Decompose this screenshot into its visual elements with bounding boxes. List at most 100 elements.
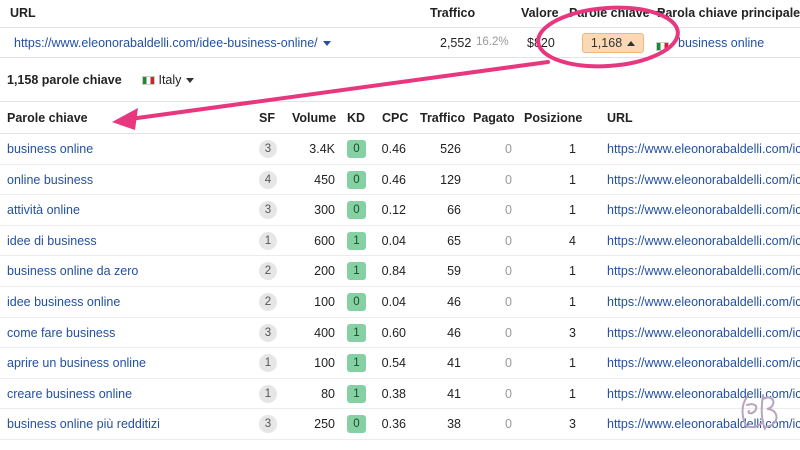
page-url-label: https://www.eleonorabaldelli.com/idee-bu…: [14, 36, 318, 50]
kd-badge: 0: [347, 293, 366, 311]
header-value[interactable]: Valore: [521, 6, 559, 20]
col-volume[interactable]: Volume: [292, 111, 336, 125]
position-value: 4: [569, 233, 576, 248]
caret-up-icon: [627, 41, 636, 47]
keywords-count: 1,158 parole chiave: [7, 73, 122, 87]
traffic-value: 66: [447, 203, 461, 218]
ranking-url-link[interactable]: https://www.eleonorabaldelli.com/ic: [607, 326, 800, 340]
cpc-value: 0.12: [381, 203, 406, 218]
paid-value: 0: [505, 264, 512, 279]
keyword-link[interactable]: idee business online: [7, 295, 120, 309]
ranking-url-link[interactable]: https://www.eleonorabaldelli.com/ic: [607, 356, 800, 370]
volume-value: 100: [314, 356, 335, 371]
traffic-value: 59: [447, 264, 461, 279]
volume-value: 600: [314, 233, 335, 248]
ranking-url-link[interactable]: https://www.eleonorabaldelli.com/ic: [607, 295, 800, 309]
ranking-url-link[interactable]: https://www.eleonorabaldelli.com/ic: [607, 173, 800, 187]
sf-badge[interactable]: 3: [259, 323, 277, 342]
volume-value: 100: [314, 295, 335, 309]
col-url[interactable]: URL: [607, 111, 633, 125]
header-traffic[interactable]: Traffico: [430, 6, 475, 20]
position-value: 1: [569, 264, 576, 279]
cpc-value: 0.04: [381, 295, 406, 309]
keyword-link[interactable]: online business: [7, 173, 93, 187]
position-value: 1: [569, 356, 576, 371]
ranking-url-link[interactable]: https://www.eleonorabaldelli.com/ic: [607, 203, 800, 217]
position-value: 1: [569, 386, 576, 401]
kd-badge: 0: [347, 140, 366, 158]
sf-badge[interactable]: 2: [259, 262, 277, 281]
keyword-link[interactable]: business online: [7, 142, 93, 156]
table-row: attività online 3 300 0 0.12 66 0 1 http…: [0, 195, 800, 226]
keyword-link[interactable]: aprire un business online: [7, 356, 146, 370]
col-cpc[interactable]: CPC: [382, 111, 408, 125]
volume-value: 200: [314, 264, 335, 279]
italy-flag-icon: [142, 76, 155, 86]
position-value: 1: [569, 142, 576, 156]
ranking-url-link[interactable]: https://www.eleonorabaldelli.com/ic: [607, 264, 800, 278]
summary-header: URL Traffico Valore Parole chiave Parola…: [0, 0, 800, 28]
col-kd[interactable]: KD: [347, 111, 365, 125]
italy-flag-icon: [656, 38, 669, 53]
paid-value: 0: [505, 417, 512, 432]
position-value: 3: [569, 417, 576, 432]
table-row: business online da zero 2 200 1 0.84 59 …: [0, 256, 800, 287]
sf-badge[interactable]: 3: [259, 140, 277, 158]
keyword-link[interactable]: business online più redditizi: [7, 417, 160, 431]
traffic-value: 46: [447, 325, 461, 340]
kd-badge: 1: [347, 262, 366, 281]
table-header: Parole chiave SF Volume KD CPC Traffico …: [0, 102, 800, 134]
position-value: 1: [569, 203, 576, 218]
keyword-link[interactable]: idee di business: [7, 234, 97, 248]
traffic-value: 65: [447, 233, 461, 248]
keyword-link[interactable]: creare business online: [7, 387, 132, 401]
sf-badge[interactable]: 3: [259, 415, 277, 434]
col-sf[interactable]: SF: [259, 111, 275, 125]
keyword-link[interactable]: attività online: [7, 203, 80, 217]
keywords-count-label: 1,168: [590, 36, 623, 50]
paid-value: 0: [505, 172, 512, 187]
sf-badge[interactable]: 1: [259, 384, 277, 403]
ranking-url-link[interactable]: https://www.eleonorabaldelli.com/ic: [607, 142, 800, 156]
table-row: come fare business 3 400 1 0.60 46 0 3 h…: [0, 318, 800, 349]
keyword-link[interactable]: come fare business: [7, 326, 115, 340]
sf-badge[interactable]: 1: [259, 354, 277, 373]
sf-badge[interactable]: 4: [259, 170, 277, 189]
sf-badge[interactable]: 2: [259, 293, 277, 311]
main-keyword-link[interactable]: business online: [678, 36, 764, 50]
paid-value: 0: [505, 295, 512, 309]
keyword-link[interactable]: business online da zero: [7, 264, 138, 278]
country-label: Italy: [158, 73, 182, 87]
traffic-value: 46: [447, 295, 461, 309]
cpc-value: 0.46: [381, 172, 406, 187]
col-paid[interactable]: Pagato: [473, 111, 515, 125]
chevron-down-icon[interactable]: [322, 41, 331, 47]
page-url-link[interactable]: https://www.eleonorabaldelli.com/idee-bu…: [14, 36, 331, 50]
signature-watermark: [741, 394, 778, 430]
kd-badge: 0: [347, 170, 366, 189]
cpc-value: 0.38: [381, 386, 406, 401]
header-keywords[interactable]: Parole chiave: [569, 6, 663, 20]
header-main-keyword: Parola chiave principale: [657, 6, 800, 20]
ranking-url-link[interactable]: https://www.eleonorabaldelli.com/ic: [607, 234, 800, 248]
volume-value: 300: [314, 203, 335, 218]
col-keyword[interactable]: Parole chiave: [7, 111, 88, 125]
country-select[interactable]: Italy: [142, 73, 195, 87]
position-value: 1: [569, 172, 576, 187]
kd-badge: 1: [347, 323, 366, 342]
kd-badge: 1: [347, 231, 366, 250]
traffic-value: 129: [440, 172, 461, 187]
sf-badge[interactable]: 1: [259, 231, 277, 250]
paid-value: 0: [505, 386, 512, 401]
table-row: business online più redditizi 3 250 0 0.…: [0, 409, 800, 440]
cpc-value: 0.84: [381, 264, 406, 279]
traffic-value: 41: [447, 356, 461, 371]
paid-value: 0: [505, 325, 512, 340]
col-position[interactable]: Posizione: [524, 111, 582, 125]
table-row: idee di business 1 600 1 0.04 65 0 4 htt…: [0, 226, 800, 257]
keywords-count-button[interactable]: 1,168: [582, 33, 644, 53]
col-traffic[interactable]: Traffico: [420, 111, 465, 125]
sf-badge[interactable]: 3: [259, 201, 277, 220]
volume-value: 80: [321, 386, 335, 401]
paid-value: 0: [505, 356, 512, 371]
